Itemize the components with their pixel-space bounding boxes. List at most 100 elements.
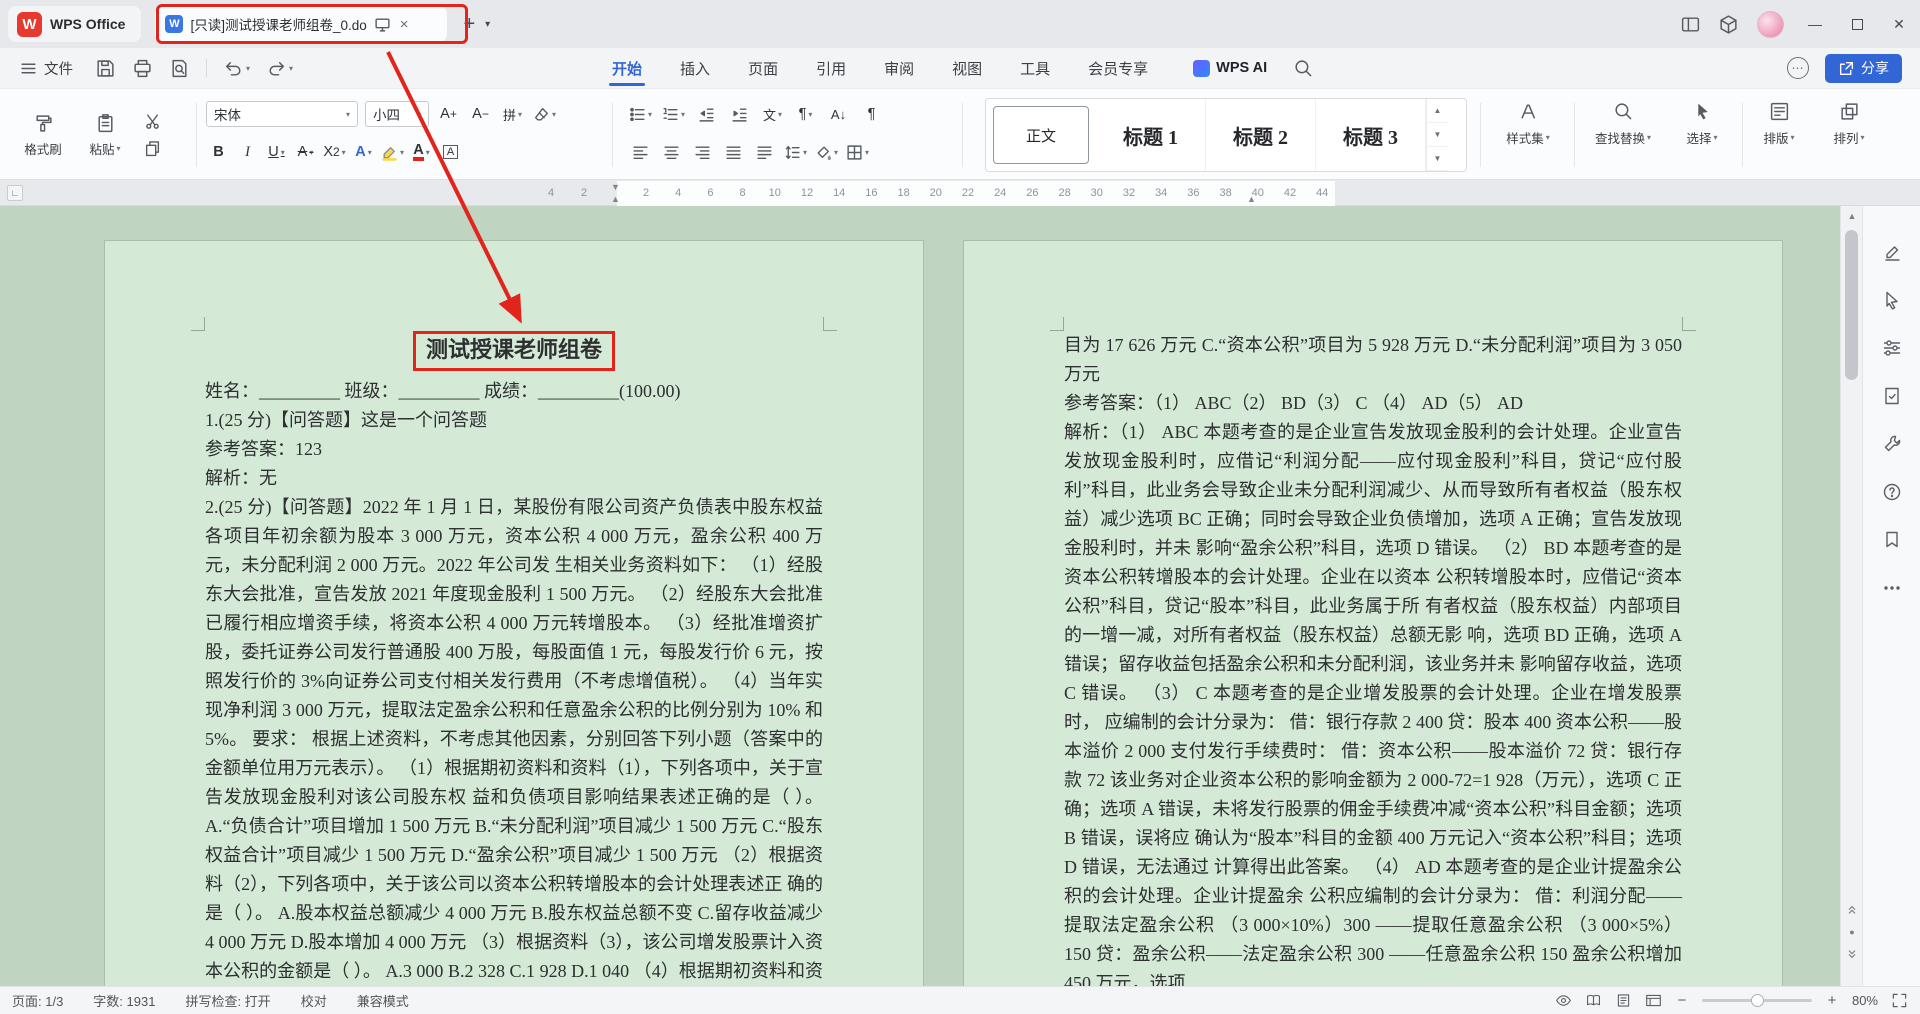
line-spacing-button[interactable]: ▾ xyxy=(783,139,808,165)
maximize-button[interactable] xyxy=(1836,0,1878,48)
phonetic-guide-button[interactable]: 拼▾ xyxy=(500,101,525,127)
font-color-button[interactable]: A▾ xyxy=(409,139,434,165)
style-normal[interactable]: 正文 xyxy=(993,106,1089,164)
borders-button[interactable]: ▾ xyxy=(845,139,870,165)
proofread-button[interactable]: 校对 xyxy=(301,991,327,1010)
right-indent-marker[interactable]: ▲ xyxy=(1247,194,1256,204)
tab-close-icon[interactable]: × xyxy=(400,16,409,33)
help-icon[interactable] xyxy=(1882,482,1902,502)
save-icon[interactable] xyxy=(95,58,116,79)
align-distribute-button[interactable] xyxy=(752,139,777,165)
hanging-indent-marker[interactable]: ▲ xyxy=(611,194,620,204)
vertical-scrollbar[interactable]: ▲ ● xyxy=(1840,206,1862,986)
fullscreen-icon[interactable] xyxy=(1891,992,1908,1009)
paste-button[interactable]: 粘贴▾ xyxy=(76,113,134,158)
show-marks-button[interactable]: ¶ xyxy=(859,101,884,127)
page-view-icon[interactable] xyxy=(1615,992,1632,1009)
zoom-slider-thumb[interactable] xyxy=(1751,994,1764,1007)
web-layout-icon[interactable] xyxy=(1645,992,1662,1009)
tools-wrench-icon[interactable] xyxy=(1882,434,1902,454)
tab-stop-selector[interactable]: ∟ xyxy=(7,185,23,201)
text-direction-button[interactable]: 文▾ xyxy=(760,101,785,127)
decrease-indent-button[interactable] xyxy=(694,101,719,127)
style-heading1[interactable]: 标题 1 xyxy=(1096,99,1206,171)
numbered-list-button[interactable]: ▾ xyxy=(661,101,686,127)
close-button[interactable]: ✕ xyxy=(1878,0,1920,48)
avatar[interactable] xyxy=(1757,11,1784,38)
styles-scroll-up-icon[interactable]: ▲ xyxy=(1427,99,1448,123)
paragraph-layout-button[interactable]: ¶▾ xyxy=(793,101,818,127)
styles-more-icon[interactable]: ▼ xyxy=(1427,147,1448,171)
cursor-select-icon[interactable] xyxy=(1882,290,1902,310)
bookmark-flag-icon[interactable] xyxy=(1882,530,1902,550)
undo-dropdown-icon[interactable]: ▾ xyxy=(246,64,250,73)
tab-review[interactable]: 审阅 xyxy=(865,48,933,88)
style-heading3[interactable]: 标题 3 xyxy=(1316,99,1426,171)
file-menu-button[interactable]: 文件 xyxy=(10,58,83,79)
align-center-button[interactable] xyxy=(659,139,684,165)
find-replace-button[interactable]: 查找替换▾ xyxy=(1580,101,1666,147)
zoom-in-button[interactable]: + xyxy=(1825,992,1839,1009)
share-button[interactable]: 分享 xyxy=(1825,54,1902,83)
bold-button[interactable]: B xyxy=(206,139,231,165)
typeset-button[interactable]: 排版▾ xyxy=(1748,101,1810,147)
next-page-button[interactable] xyxy=(1841,944,1863,964)
font-name-select[interactable]: 宋体▾ xyxy=(206,101,358,127)
zoom-slider[interactable] xyxy=(1702,999,1812,1002)
select-browse-object-button[interactable]: ● xyxy=(1841,922,1863,942)
style-set-button[interactable]: 样式集▾ xyxy=(1490,101,1566,147)
document-tab[interactable]: W [只读]测试授课老师组卷_0.do × xyxy=(155,6,447,42)
compatibility-mode[interactable]: 兼容模式 xyxy=(357,991,409,1010)
eye-protection-icon[interactable] xyxy=(1555,992,1572,1009)
word-count[interactable]: 字数: 1931 xyxy=(93,991,155,1010)
more-tools-icon[interactable] xyxy=(1882,578,1902,598)
zoom-level[interactable]: 80% xyxy=(1852,993,1878,1008)
minimize-button[interactable]: — xyxy=(1794,0,1836,48)
tab-insert[interactable]: 插入 xyxy=(661,48,729,88)
app-logo[interactable]: W WPS Office xyxy=(8,6,141,42)
first-line-indent-marker[interactable]: ▼ xyxy=(611,182,620,192)
tab-page[interactable]: 页面 xyxy=(729,48,797,88)
bullet-list-button[interactable]: ▾ xyxy=(628,101,653,127)
zoom-out-button[interactable]: − xyxy=(1675,992,1689,1009)
align-right-button[interactable] xyxy=(690,139,715,165)
sort-button[interactable]: A↓ xyxy=(826,101,851,127)
font-size-select[interactable]: 小四▾ xyxy=(365,101,429,127)
align-justify-button[interactable] xyxy=(721,139,746,165)
copy-icon[interactable] xyxy=(144,140,161,157)
style-heading2[interactable]: 标题 2 xyxy=(1206,99,1316,171)
underline-button[interactable]: U▾ xyxy=(264,139,289,165)
page-indicator[interactable]: 页面: 1/3 xyxy=(12,991,63,1010)
read-mode-icon[interactable] xyxy=(1585,992,1602,1009)
cut-icon[interactable] xyxy=(144,113,161,130)
paste-dropdown-icon[interactable]: ▾ xyxy=(117,144,121,153)
workspace-layout-button[interactable] xyxy=(1671,14,1709,35)
shading-button[interactable]: ▾ xyxy=(814,139,839,165)
increase-indent-button[interactable] xyxy=(727,101,752,127)
app-center-button[interactable] xyxy=(1709,14,1747,35)
text-effects-button[interactable]: A▾ xyxy=(351,139,376,165)
redo-button[interactable]: ▾ xyxy=(266,58,293,79)
ruler[interactable]: ∟ 42246810121416182022242628303234363840… xyxy=(0,181,1920,206)
styles-scroll-down-icon[interactable]: ▼ xyxy=(1427,123,1448,147)
select-button[interactable]: 选择▾ xyxy=(1672,101,1732,147)
superscript-button[interactable]: X2▾ xyxy=(322,139,347,165)
decrease-font-button[interactable]: A− xyxy=(468,101,493,127)
more-options-icon[interactable]: ⋯ xyxy=(1787,57,1809,79)
undo-button[interactable]: ▾ xyxy=(223,58,250,79)
tab-view[interactable]: 视图 xyxy=(933,48,1001,88)
align-left-button[interactable] xyxy=(628,139,653,165)
tab-reference[interactable]: 引用 xyxy=(797,48,865,88)
tab-list-dropdown-icon[interactable]: ▾ xyxy=(485,19,490,30)
previous-page-button[interactable] xyxy=(1841,900,1863,920)
scroll-up-icon[interactable]: ▲ xyxy=(1841,206,1863,226)
tab-member[interactable]: 会员专享 xyxy=(1069,48,1167,88)
strikethrough-button[interactable]: A▾ xyxy=(293,139,318,165)
tab-home[interactable]: 开始 xyxy=(593,48,661,88)
print-preview-icon[interactable] xyxy=(169,58,190,79)
arrange-button[interactable]: 排列▾ xyxy=(1818,101,1880,147)
document-canvas[interactable]: 测试授课老师组卷 姓名：_________ 班级：_________ 成绩：__… xyxy=(0,206,1840,986)
new-tab-button[interactable]: + xyxy=(463,13,475,36)
highlight-color-button[interactable]: ▾ xyxy=(380,139,405,165)
adjust-sliders-icon[interactable] xyxy=(1882,338,1902,358)
